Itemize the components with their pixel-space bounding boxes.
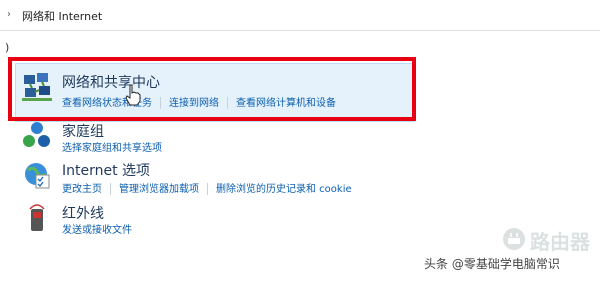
item-links: 更改主页 管理浏览器加载项 删除浏览的历史记录和 cookie: [62, 180, 352, 195]
breadcrumb-network-internet[interactable]: 网络和 Internet: [22, 8, 102, 24]
link-separator: [227, 97, 228, 109]
homegroup-icon: [23, 122, 50, 147]
item-links: 选择家庭组和共享选项: [62, 139, 162, 154]
network-sharing-center-icon: [22, 73, 52, 101]
link-delete-history[interactable]: 删除浏览的历史记录和 cookie: [216, 184, 352, 195]
link-send-receive-files[interactable]: 发送或接收文件: [62, 225, 132, 236]
partial-text: ): [5, 41, 10, 54]
item-links: 发送或接收文件: [62, 221, 132, 236]
breadcrumb-chevron-icon[interactable]: ›: [7, 9, 11, 20]
router-logo-icon: [503, 228, 525, 250]
link-manage-addons[interactable]: 管理浏览器加载项: [119, 184, 199, 195]
item-title[interactable]: 家庭组: [62, 121, 104, 141]
link-view-network-computers[interactable]: 查看网络计算机和设备: [236, 98, 336, 109]
link-change-homepage[interactable]: 更改主页: [62, 184, 102, 195]
router-watermark-logo: 路由器: [502, 224, 592, 254]
link-separator: [110, 183, 111, 195]
link-homegroup-options[interactable]: 选择家庭组和共享选项: [62, 143, 162, 154]
item-title[interactable]: 红外线: [62, 203, 104, 223]
watermark-text: 头条 @零基础学电脑常识: [424, 257, 560, 271]
internet-options-icon: [25, 163, 50, 189]
infrared-icon: [29, 204, 45, 231]
logo-text: 路由器: [530, 230, 590, 254]
link-separator: [160, 97, 161, 109]
item-links: 查看网络状态和任务 连接到网络 查看网络计算机和设备: [62, 94, 336, 109]
address-bar[interactable]: › 网络和 Internet: [0, 0, 600, 31]
hand-pointer-icon: [125, 84, 141, 106]
item-title[interactable]: Internet 选项: [62, 160, 150, 180]
item-title[interactable]: 网络和共享中心: [62, 72, 160, 92]
link-connect-to-network[interactable]: 连接到网络: [169, 98, 219, 109]
link-separator: [207, 183, 208, 195]
